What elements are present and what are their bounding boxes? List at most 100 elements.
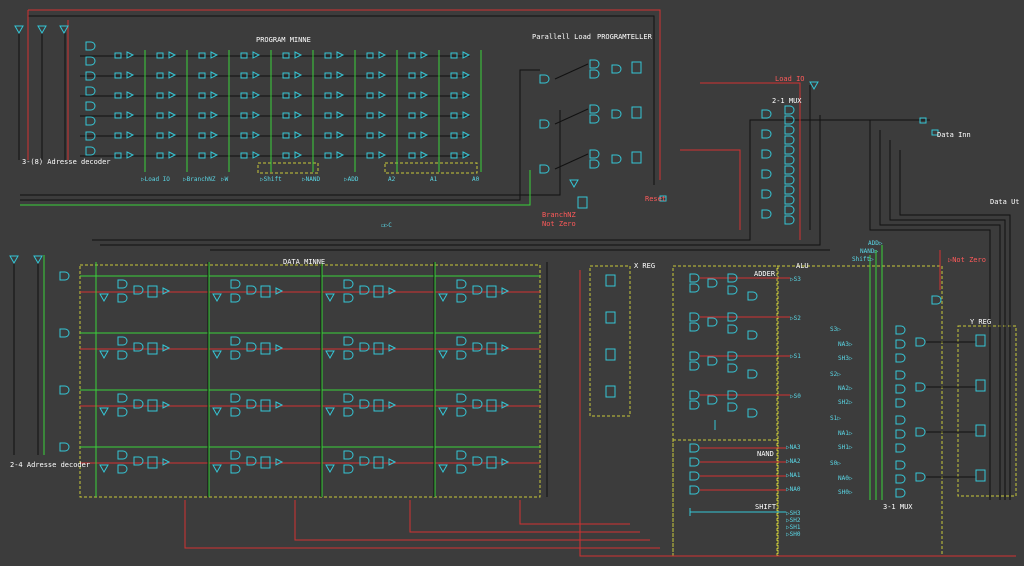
pin-shift: ▷Shift <box>260 176 282 183</box>
program-bit-buffer <box>294 131 303 139</box>
mux-in-s1: S1▷ <box>830 415 841 422</box>
mux31-gate <box>895 339 906 349</box>
program-bit-buffer <box>168 51 177 59</box>
decoder24-gate <box>59 271 70 281</box>
program-bit-buffer <box>420 91 429 99</box>
program-bit-buffer <box>462 111 471 119</box>
not-zero-label: Not Zero <box>542 220 576 228</box>
mux-in-sh0: SH0▷ <box>838 489 853 496</box>
mux31-gate <box>895 460 906 470</box>
data-cell-write <box>325 407 335 417</box>
data-cell-gate <box>472 285 483 295</box>
decoder38-gate <box>85 56 96 66</box>
mux21-gate <box>784 155 795 165</box>
logic-circuit-canvas: PROGRAM MINNE Parallell Load PROGRAMTELL… <box>0 0 1024 566</box>
data-cell-gate <box>133 285 144 295</box>
nand-title: NAND <box>757 450 774 458</box>
alu-ctrl-shift: Shift▷ <box>852 256 874 263</box>
y-reg-title: Y REG <box>970 318 992 326</box>
data-cell-gate <box>230 450 241 460</box>
data-in-label: Data Inn <box>937 131 971 139</box>
adder-gate <box>707 278 718 288</box>
y-reg-box <box>957 325 1017 497</box>
shift-nand-add-group <box>257 162 319 174</box>
mux-in-sh2: SH2▷ <box>838 399 853 406</box>
bus-red-bottom5 <box>519 500 630 525</box>
pin-w: ▷W <box>221 176 229 183</box>
program-bit-buffer <box>378 91 387 99</box>
program-bit-buffer <box>126 111 135 119</box>
data-cell-gate <box>456 336 467 346</box>
data-cell-gate <box>456 293 467 303</box>
program-bit-buffer <box>378 71 387 79</box>
mux31-title: 3-1 MUX <box>883 503 913 511</box>
pc-gate <box>589 69 600 79</box>
decoder24-gate <box>59 442 70 452</box>
program-bit-buffer <box>126 71 135 79</box>
data-cell-gate <box>230 293 241 303</box>
data-cell-buffer <box>501 287 510 295</box>
mux31-gate <box>895 415 906 425</box>
pin-a2: A2 <box>388 176 396 183</box>
data-cell-gate <box>133 456 144 466</box>
mux31-gate <box>895 325 906 335</box>
program-bit-buffer <box>168 151 177 159</box>
pc-flip-flop <box>631 61 642 74</box>
program-bit-buffer <box>126 131 135 139</box>
data-cell-gate <box>359 399 370 409</box>
mux21-gate <box>761 149 772 159</box>
data-cell-buffer <box>388 401 397 409</box>
x-reg-box <box>589 265 631 417</box>
program-bit-buffer <box>252 71 261 79</box>
program-bit-buffer <box>420 51 429 59</box>
adder-gate <box>707 317 718 327</box>
data-cell-gate <box>343 393 354 403</box>
data-cell-buffer <box>162 344 171 352</box>
adder-gate <box>689 283 700 293</box>
program-bit-buffer <box>252 91 261 99</box>
program-bit-buffer <box>252 151 261 159</box>
data-cell-buffer <box>162 287 171 295</box>
data-cell-gate <box>117 350 128 360</box>
data-cell-buffer <box>162 401 171 409</box>
data-cell-write <box>325 293 335 303</box>
adder-gate <box>689 351 700 361</box>
data-cell-gate <box>230 279 241 289</box>
adder-gate <box>747 369 758 379</box>
mux21-gate <box>784 125 795 135</box>
adder-out-s2: ▷S2 <box>790 315 801 322</box>
pc-load-gate <box>539 164 550 174</box>
data-cell-gate <box>472 342 483 352</box>
program-bit-buffer <box>462 151 471 159</box>
data-cell-write <box>99 407 109 417</box>
nand-out-na2: ▷NA2 <box>786 458 801 465</box>
alu-ctrl-nand: NAND▷ <box>860 248 879 255</box>
program-bit-buffer <box>210 91 219 99</box>
decoder38-gate <box>85 116 96 126</box>
pc-gate <box>589 149 600 159</box>
data-cell-write <box>438 464 448 474</box>
data-addr-in0 <box>33 255 43 265</box>
pin-add: ▷ADD <box>344 176 359 183</box>
data-cell-write <box>99 293 109 303</box>
adder-gate <box>727 402 738 412</box>
data-cell-gate <box>456 393 467 403</box>
bus-data-out1 <box>869 120 991 500</box>
mux-in-sh1: SH1▷ <box>838 444 853 451</box>
data-cell-buffer <box>275 287 284 295</box>
data-cell-buffer <box>275 458 284 466</box>
program-bit-buffer <box>378 151 387 159</box>
load-io-pin <box>809 81 819 91</box>
program-bit-buffer <box>420 71 429 79</box>
adder-out-s0: ▷S0 <box>790 393 801 400</box>
adder-out-s1: ▷S1 <box>790 353 801 360</box>
pin-branchnz: ▷BranchNZ <box>183 176 216 183</box>
adder-gate <box>689 273 700 283</box>
data-cell-gate <box>343 293 354 303</box>
data-cell-gate <box>117 464 128 474</box>
program-memory-title: PROGRAM MINNE <box>256 36 311 44</box>
adder-gate <box>689 361 700 371</box>
data-cell-gate <box>359 342 370 352</box>
data-cell-gate <box>456 350 467 360</box>
mux21-gate <box>784 185 795 195</box>
